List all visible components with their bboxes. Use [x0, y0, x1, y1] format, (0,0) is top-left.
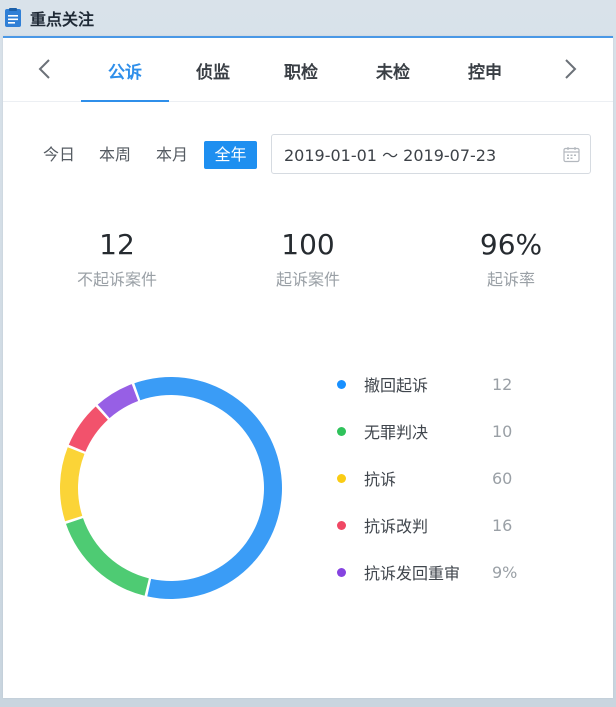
legend-value: 12: [492, 374, 513, 394]
legend-item[interactable]: 抗诉改判 16: [337, 513, 597, 537]
legend-item[interactable]: 抗诉发回重审 9%: [337, 560, 597, 584]
tab-gongsu[interactable]: 公诉: [81, 38, 169, 102]
legend-label: 抗诉发回重审: [364, 564, 461, 583]
donut-chart: [60, 377, 282, 599]
range-year-button[interactable]: 全年: [204, 141, 257, 169]
date-range-value: 2019-01-01 ～ 2019-07-23: [284, 146, 497, 165]
date-range-picker[interactable]: 2019-01-01 ～ 2019-07-23: [271, 134, 591, 174]
tab-zhijian[interactable]: 职检: [257, 38, 345, 102]
donut-slice-4[interactable]: [68, 406, 108, 452]
range-week-button[interactable]: 本周: [95, 141, 135, 169]
stat-value: 12: [99, 228, 135, 261]
tab-bar: 公诉 侦监 职检 未检 控申: [3, 38, 613, 102]
tab-weijian[interactable]: 未检: [349, 38, 437, 102]
focus-panel: 公诉 侦监 职检 未检 控申 今日 本周 本月 全年 2019-01-01 ～ …: [3, 36, 613, 698]
donut-slice-3[interactable]: [60, 447, 85, 522]
legend-dot: [337, 520, 346, 530]
stat-value: 96%: [479, 228, 543, 261]
legend-value: 9%: [492, 562, 518, 582]
stats-row: 12 不起诉案件 100 起诉案件 96% 起诉率: [3, 228, 613, 298]
chart-area: 撤回起诉 12 无罪判决 10 抗诉 60 抗诉改判 16 抗诉发回重审 9%: [3, 368, 613, 608]
filter-row: 今日 本周 本月 全年 2019-01-01 ～ 2019-07-23: [3, 134, 613, 176]
tab-zhenjian[interactable]: 侦监: [169, 38, 257, 102]
legend-value: 60: [492, 468, 513, 488]
legend-dot: [337, 426, 346, 436]
calendar-icon[interactable]: [563, 146, 580, 163]
legend-dot: [337, 473, 346, 483]
legend-label: 抗诉改判: [364, 517, 429, 536]
stat-value: 100: [281, 228, 335, 261]
tab-kongshen[interactable]: 控申: [441, 38, 529, 102]
stat-non-prosecution: 12 不起诉案件: [27, 228, 207, 290]
header: 重点关注: [0, 0, 616, 36]
donut-slice-5[interactable]: [97, 384, 139, 419]
stat-label: 起诉率: [486, 270, 535, 289]
legend-item[interactable]: 无罪判决 10: [337, 419, 597, 443]
legend-label: 抗诉: [364, 470, 397, 489]
document-icon: [4, 8, 22, 28]
stat-label: 起诉案件: [275, 270, 340, 289]
range-today-button[interactable]: 今日: [39, 141, 79, 169]
stat-label: 不起诉案件: [76, 270, 157, 289]
next-tab-button[interactable]: [556, 52, 586, 86]
prev-tab-button[interactable]: [29, 52, 59, 86]
chevron-right-icon: [565, 59, 577, 79]
legend-value: 16: [492, 515, 513, 535]
active-tab-indicator: [81, 100, 169, 102]
legend-label: 撤回起诉: [364, 376, 429, 395]
donut-slice-2[interactable]: [65, 518, 149, 596]
chevron-left-icon: [38, 59, 50, 79]
legend-item[interactable]: 抗诉 60: [337, 466, 597, 490]
legend-value: 10: [492, 421, 513, 441]
legend-item[interactable]: 撤回起诉 12: [337, 372, 597, 396]
donut-slice-1[interactable]: [134, 377, 282, 599]
legend-dot: [337, 567, 346, 577]
range-month-button[interactable]: 本月: [152, 141, 192, 169]
legend-dot: [337, 379, 346, 389]
legend-label: 无罪判决: [364, 423, 429, 442]
stat-prosecution-rate: 96% 起诉率: [421, 228, 601, 290]
stat-prosecution: 100 起诉案件: [218, 228, 398, 290]
page-title: 重点关注: [30, 10, 95, 29]
